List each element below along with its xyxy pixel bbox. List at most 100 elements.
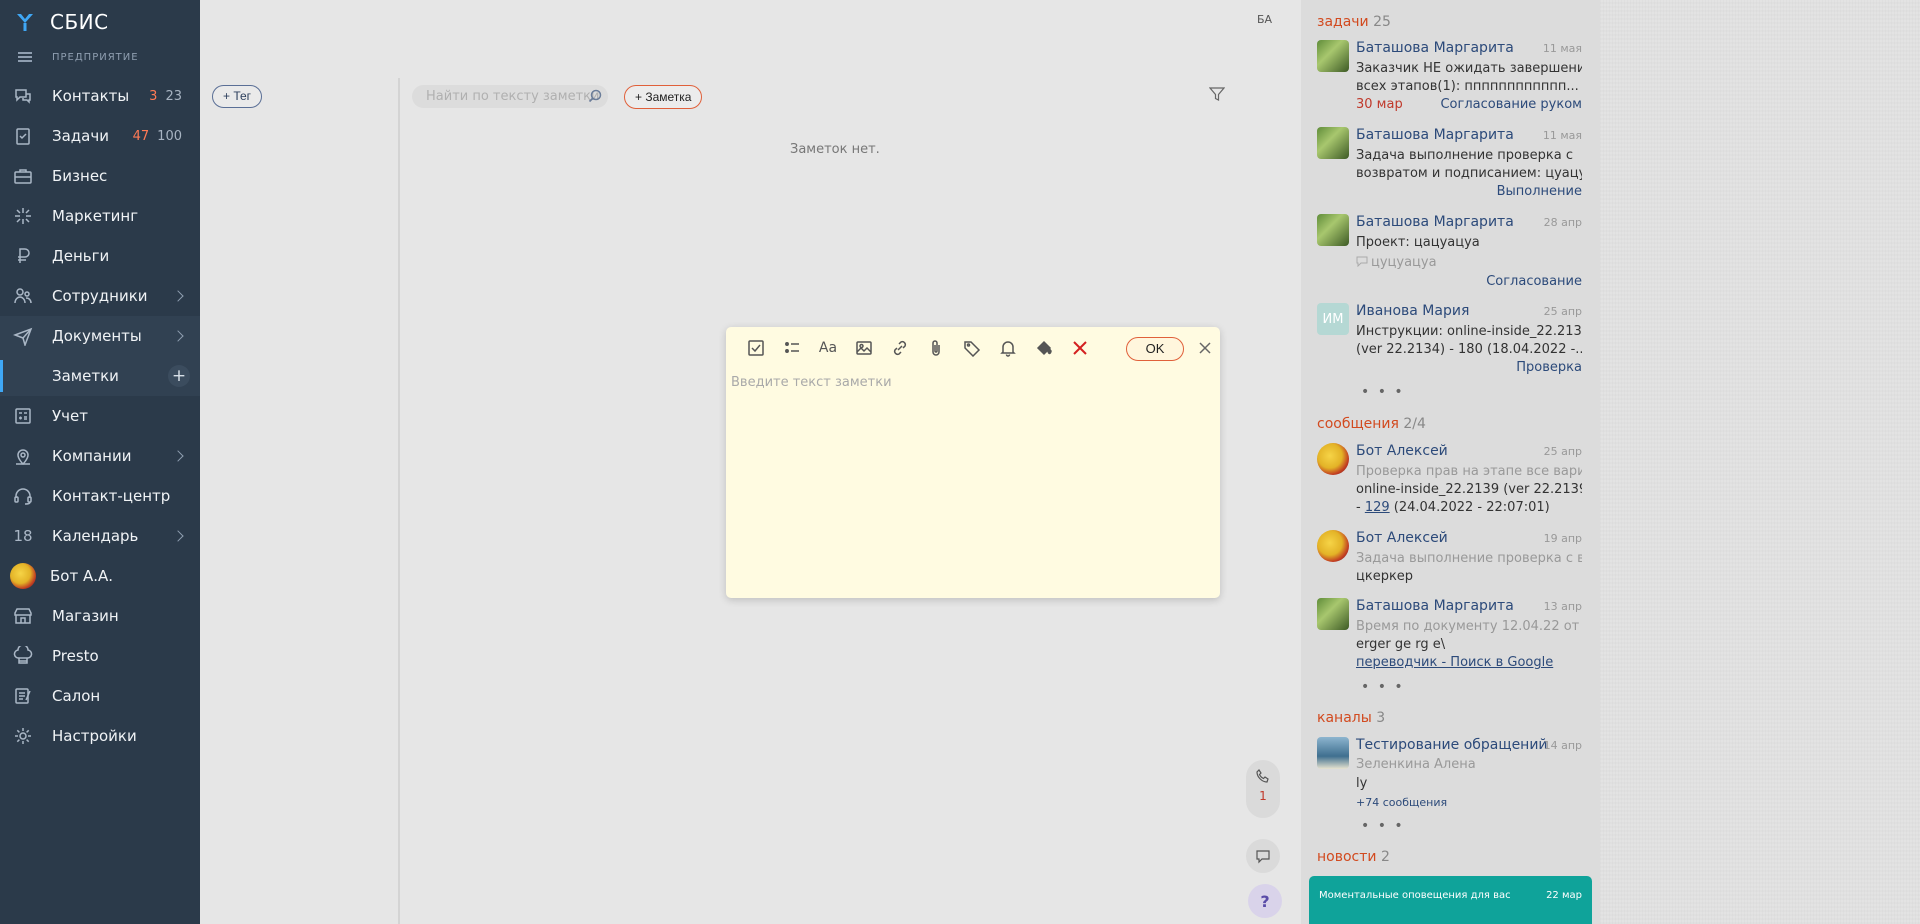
message-item[interactable]: Бот Алексей 25 апр Проверка прав на этап… [1317, 443, 1582, 517]
tag-icon[interactable] [954, 337, 990, 359]
bot-avatar [1317, 530, 1349, 562]
channel-name: Тестирование обращений [1356, 737, 1548, 753]
nav-item-presto[interactable]: Presto [0, 636, 200, 676]
message-text: Проверка прав на этапе все вариант [1356, 464, 1582, 479]
task-author: Баташова Маргарита [1356, 40, 1514, 56]
nav-item-tasks[interactable]: Задачи 47 100 [0, 116, 200, 156]
close-icon[interactable] [1195, 338, 1215, 358]
avatar [1317, 127, 1349, 159]
nav-item-accounting[interactable]: Учет [0, 396, 200, 436]
main-nav: Контакты 3 23 Задачи 47 100 Бизнес Маркети… [0, 76, 200, 756]
editor-toolbar: Aa [738, 337, 1098, 359]
tasks-more-button[interactable]: • • • [1361, 384, 1405, 400]
channels-section-title[interactable]: каналы 3 [1317, 710, 1385, 726]
list-icon[interactable] [774, 337, 810, 359]
bell-icon[interactable] [990, 337, 1026, 359]
task-author: Баташова Маргарита [1356, 214, 1514, 230]
paint-bucket-icon[interactable] [1026, 337, 1062, 359]
sbis-logo-icon [17, 14, 33, 31]
nav-label: Настройки [52, 727, 137, 745]
nav-item-marketing[interactable]: Маркетинг [0, 196, 200, 236]
nav-item-bot[interactable]: Бот А.А. [0, 556, 200, 596]
notepad-icon [12, 685, 34, 707]
activity-panel: задачи 25 Баташова Маргарита 11 мая Зака… [1301, 0, 1600, 924]
nav-item-companies[interactable]: Компании [0, 436, 200, 476]
task-text: возвратом и подписанием: цуацу [1356, 166, 1582, 181]
news-card[interactable]: Моментальные оповещения для вас 22 мар [1309, 876, 1592, 924]
nav-item-salon[interactable]: Салон [0, 676, 200, 716]
menu-icon[interactable] [18, 52, 32, 62]
nav-item-business[interactable]: Бизнес [0, 156, 200, 196]
task-item[interactable]: Баташова Маргарита 11 мая Заказчик НЕ ож… [1317, 40, 1582, 114]
nav-item-contact-center[interactable]: Контакт-центр [0, 476, 200, 516]
image-icon[interactable] [846, 337, 882, 359]
news-section-title[interactable]: новости 2 [1317, 849, 1390, 865]
message-link[interactable]: переводчик - Поиск в Google [1356, 654, 1582, 672]
note-text-input[interactable]: Введите текст заметки [731, 375, 892, 390]
channel-text: ly [1356, 776, 1368, 791]
task-stage-link[interactable]: Согласование руком [1440, 97, 1582, 112]
task-date: 25 апр [1543, 305, 1582, 318]
nav-item-store[interactable]: Магазин [0, 596, 200, 636]
unread-counts: 3 23 [149, 88, 182, 104]
background-wallpaper [1600, 0, 1920, 924]
add-note-plus-icon[interactable]: + [168, 365, 190, 387]
chat-bubbles-icon [12, 85, 34, 107]
paperclip-icon[interactable] [918, 337, 954, 359]
nav-label: Маркетинг [52, 207, 139, 225]
channels-more-button[interactable]: • • • [1361, 818, 1405, 834]
messages-more-button[interactable]: • • • [1361, 679, 1405, 695]
add-note-button[interactable]: + Заметка [624, 85, 703, 109]
avatar [1317, 40, 1349, 72]
store-icon [12, 605, 34, 627]
channel-item[interactable]: Тестирование обращений 14 апр Зеленкина … [1317, 737, 1582, 811]
red-cross-icon[interactable] [1062, 337, 1098, 359]
messages-section-title[interactable]: сообщения 2/4 [1317, 416, 1426, 432]
phone-icon [1256, 769, 1269, 783]
logo-text: СБИС [50, 10, 109, 34]
nav-item-money[interactable]: Деньги [0, 236, 200, 276]
phone-widget[interactable]: 1 [1246, 760, 1280, 818]
task-stage-link[interactable]: Выполнение [1497, 184, 1582, 199]
filter-icon[interactable] [1209, 86, 1225, 102]
font-icon[interactable]: Aa [810, 337, 846, 359]
chat-icon [1256, 850, 1270, 864]
channel-more-messages[interactable]: +74 сообщения [1356, 794, 1582, 812]
nav-item-contacts[interactable]: Контакты 3 23 [0, 76, 200, 116]
nav-label: Салон [52, 687, 101, 705]
org-switcher[interactable]: ПРЕДПРИЯТИЕ [0, 44, 200, 70]
tasks-section-title[interactable]: задачи 25 [1317, 14, 1391, 30]
nav-item-settings[interactable]: Настройки [0, 716, 200, 756]
nav-item-calendar[interactable]: 18 Календарь [0, 516, 200, 556]
language-badge[interactable]: БА [1257, 13, 1272, 26]
paper-plane-icon [12, 325, 34, 347]
task-stage-link[interactable]: Согласование [1486, 274, 1582, 289]
chat-widget[interactable] [1246, 839, 1280, 873]
task-item[interactable]: ИМ Иванова Мария 25 апр Инструкции: onli… [1317, 303, 1582, 379]
task-comment: цуцуацуа [1356, 254, 1582, 272]
logo[interactable]: СБИС [0, 0, 200, 44]
task-item[interactable]: Баташова Маргарита 11 мая Задача выполне… [1317, 127, 1582, 201]
people-icon [12, 285, 34, 307]
ok-button[interactable]: OK [1126, 337, 1184, 361]
search-icon[interactable] [588, 89, 602, 103]
bot-avatar [10, 563, 36, 589]
message-date: 19 апр [1543, 532, 1582, 545]
avatar: ИМ [1317, 303, 1349, 335]
message-link[interactable]: 129 [1365, 500, 1390, 515]
map-pin-icon [12, 445, 34, 467]
nav-item-documents[interactable]: Документы [0, 316, 200, 356]
task-item[interactable]: Баташова Маргарита 28 апр Проект: цацуац… [1317, 214, 1582, 292]
add-tag-button[interactable]: + Тег [212, 85, 263, 108]
search-input[interactable]: Найти по тексту заметки [412, 85, 608, 108]
task-stage-link[interactable]: Проверка [1516, 360, 1582, 375]
message-item[interactable]: Баташова Маргарита 13 апр Время по докум… [1317, 598, 1582, 672]
message-item[interactable]: Бот Алексей 19 апр Задача выполнение про… [1317, 530, 1582, 586]
nav-item-notes[interactable]: Заметки + [0, 356, 200, 396]
link-icon[interactable] [882, 337, 918, 359]
calendar-icon: 18 [13, 527, 33, 545]
checkbox-icon[interactable] [738, 337, 774, 359]
nav-item-employees[interactable]: Сотрудники [0, 276, 200, 316]
help-button[interactable]: ? [1248, 884, 1282, 918]
news-title: Моментальные оповещения для вас [1319, 890, 1511, 901]
